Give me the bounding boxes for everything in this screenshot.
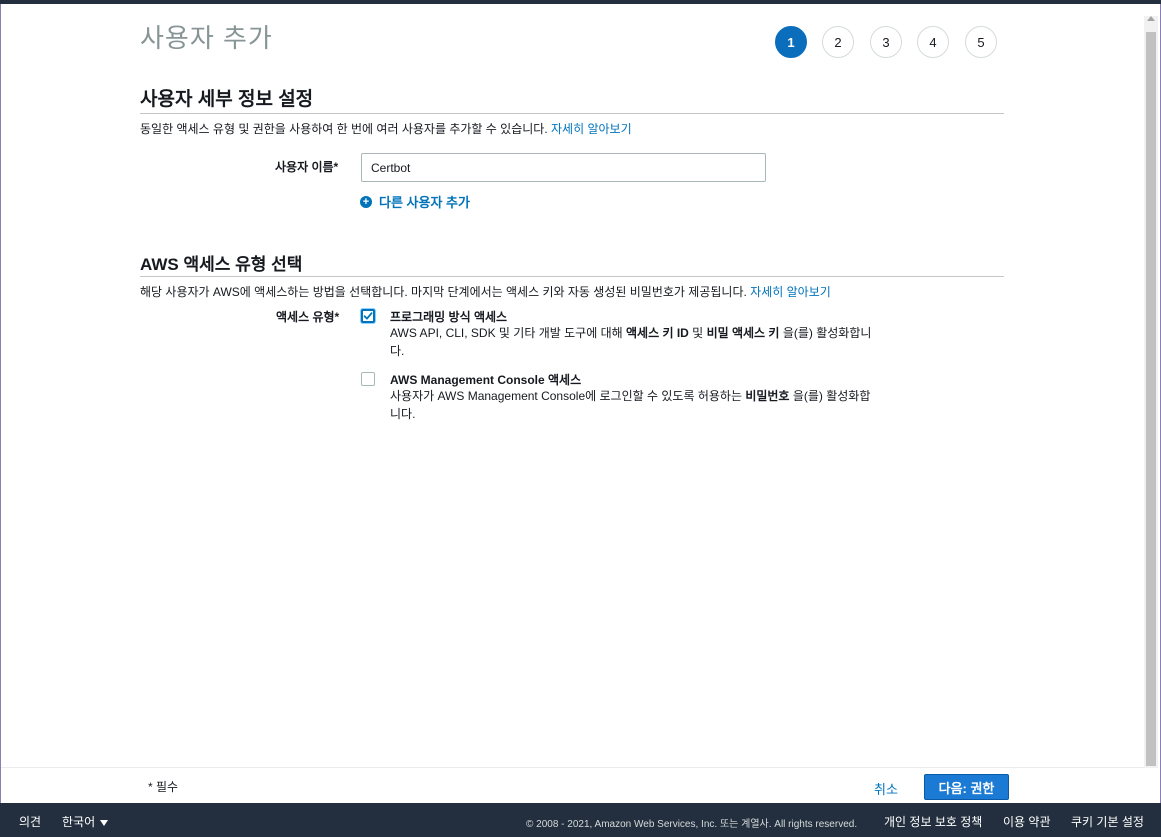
access-key-id-text: 액세스 키 ID [626,326,689,340]
copyright-text: © 2008 - 2021, Amazon Web Services, Inc.… [526,819,858,830]
top-bar [0,0,1161,4]
password-text: 비밀번호 [745,389,790,403]
cancel-button[interactable]: 취소 [874,779,898,798]
wizard-step-4[interactable]: 4 [917,26,949,58]
access-type-learn-more-link[interactable]: 자세히 알아보기 [750,285,831,299]
console-access-title: AWS Management Console 액세스 [390,373,582,387]
user-details-heading: 사용자 세부 정보 설정 [140,89,314,110]
footer-divider [1,767,1144,768]
username-label: 사용자 이름* [275,160,339,174]
programmatic-access-title: 프로그래밍 방식 액세스 [390,310,508,324]
console-access-description: 사용자가 AWS Management Console에 로그인할 수 있도록 … [390,387,876,423]
add-another-user-button[interactable]: + 다른 사용자 추가 [360,192,470,211]
access-type-description: 해당 사용자가 AWS에 액세스하는 방법을 선택합니다. 마지막 단계에서는 … [140,283,831,300]
console-access-checkbox[interactable] [361,372,375,386]
vertical-scrollbar[interactable] [1144,16,1158,768]
feedback-link[interactable]: 의견 [19,813,41,830]
access-type-heading: AWS 액세스 유형 선택 [140,255,303,274]
plus-circle-icon: + [360,195,372,208]
scrollbar-thumb[interactable] [1146,32,1156,766]
console-access-desc-part: 사용자가 AWS Management Console에 로그인할 수 있도록 … [390,389,746,403]
programmatic-access-desc-part: 및 [688,326,707,340]
language-selector[interactable]: 한국어 [62,813,109,830]
required-note: * 필수 [148,780,179,794]
wizard-step-5[interactable]: 5 [965,26,997,58]
wizard-step-3[interactable]: 3 [870,26,902,58]
language-label: 한국어 [62,815,96,829]
user-details-description: 동일한 액세스 유형 및 권한을 사용하여 한 번에 여러 사용자를 추가할 수… [140,120,632,137]
user-details-description-text: 동일한 액세스 유형 및 권한을 사용하여 한 번에 여러 사용자를 추가할 수… [140,122,548,136]
section-divider [140,113,1004,114]
secret-access-key-text: 비밀 액세스 키 [706,326,780,340]
page-title: 사용자 추가 [140,23,273,53]
access-type-label: 액세스 유형* [276,310,340,324]
caret-down-icon [100,819,109,826]
programmatic-access-description: AWS API, CLI, SDK 및 기타 개발 도구에 대해 액세스 키 I… [390,324,880,360]
user-details-learn-more-link[interactable]: 자세히 알아보기 [551,122,632,136]
username-input[interactable] [361,153,766,182]
wizard-step-2[interactable]: 2 [822,26,854,58]
access-type-description-text: 해당 사용자가 AWS에 액세스하는 방법을 선택합니다. 마지막 단계에서는 … [140,285,747,299]
scroll-up-arrow-icon[interactable] [1147,16,1155,21]
window-border-left [0,4,1,803]
privacy-policy-link[interactable]: 개인 정보 보호 정책 [884,813,982,830]
section-divider [140,276,1004,277]
programmatic-access-desc-part: AWS API, CLI, SDK 및 기타 개발 도구에 대해 [390,326,626,340]
programmatic-access-checkbox[interactable] [361,309,375,323]
checkmark-icon [363,312,373,320]
terms-of-use-link[interactable]: 이용 약관 [1003,813,1051,830]
next-permissions-button[interactable]: 다음: 권한 [924,774,1009,800]
cookie-preferences-link[interactable]: 쿠키 기본 설정 [1071,813,1144,830]
wizard-step-1[interactable]: 1 [775,26,807,58]
console-footer: 의견 한국어 © 2008 - 2021, Amazon Web Service… [0,803,1161,837]
add-another-user-label: 다른 사용자 추가 [379,195,470,210]
